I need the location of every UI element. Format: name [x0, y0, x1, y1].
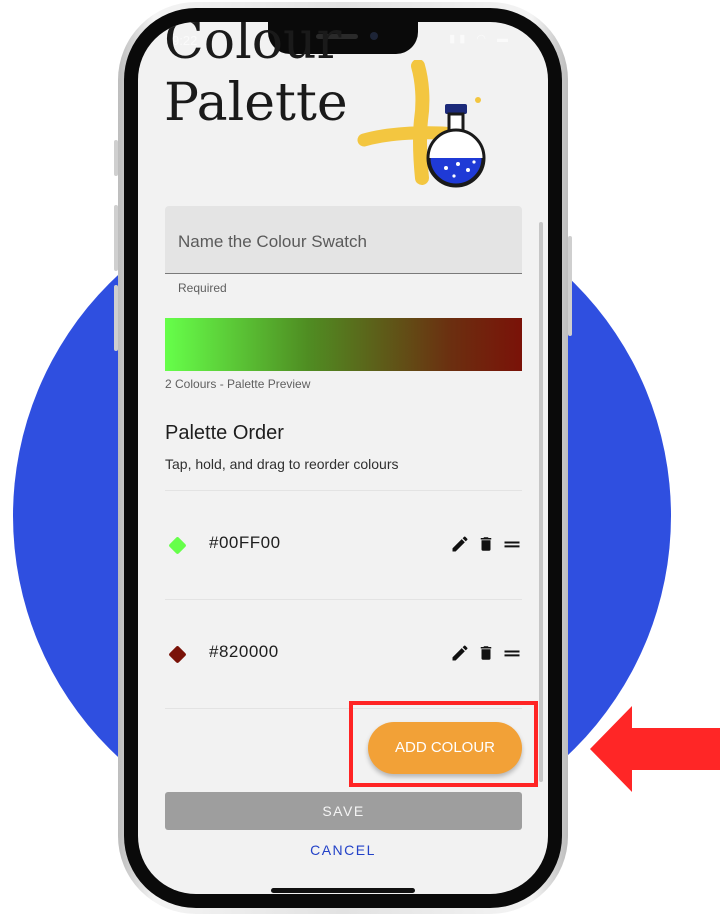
- pointer-arrow-icon: [590, 706, 720, 792]
- swatch-name-input[interactable]: Name the Colour Swatch: [165, 206, 522, 274]
- divider: [165, 490, 522, 491]
- status-icons: ▮▮ ◠ ▬: [449, 33, 512, 45]
- row-actions: [450, 533, 522, 555]
- required-helper-text: Required: [178, 281, 227, 295]
- cancel-button[interactable]: CANCEL: [288, 840, 398, 860]
- page-title-line2: Palette: [164, 73, 348, 133]
- trash-icon[interactable]: [477, 533, 495, 555]
- save-button[interactable]: SAVE: [165, 792, 522, 830]
- palette-order-title: Palette Order: [165, 422, 284, 444]
- drag-handle-icon[interactable]: [502, 643, 522, 663]
- page-title: Colour Palette: [164, 22, 348, 134]
- drag-handle-icon[interactable]: [502, 534, 522, 554]
- flask-logo-icon: [357, 60, 486, 188]
- swatch-name-placeholder: Name the Colour Swatch: [178, 232, 367, 251]
- list-item[interactable]: #820000: [165, 636, 522, 676]
- volume-up-button: [114, 205, 118, 271]
- scrollbar[interactable]: [539, 222, 543, 782]
- palette-order-subtitle: Tap, hold, and drag to reorder colours: [165, 456, 399, 472]
- divider: [165, 599, 522, 600]
- trash-icon[interactable]: [477, 642, 495, 664]
- colour-swatch-diamond: [168, 645, 187, 664]
- page-title-line1: Colour: [164, 22, 342, 71]
- colour-hex-label: #820000: [209, 642, 279, 661]
- mute-switch: [114, 140, 118, 176]
- colour-hex-label: #00FF00: [209, 533, 281, 552]
- palette-preview-caption: 2 Colours - Palette Preview: [165, 377, 311, 391]
- volume-down-button: [114, 285, 118, 351]
- highlight-box: [349, 701, 538, 787]
- pencil-icon[interactable]: [450, 643, 470, 663]
- pencil-icon[interactable]: [450, 534, 470, 554]
- palette-preview-gradient: [165, 318, 522, 371]
- list-item[interactable]: #00FF00: [165, 527, 522, 567]
- row-actions: [450, 642, 522, 664]
- colour-swatch-diamond: [168, 536, 187, 555]
- camera-icon: [370, 32, 378, 40]
- power-button: [568, 236, 572, 336]
- home-indicator[interactable]: [271, 888, 415, 893]
